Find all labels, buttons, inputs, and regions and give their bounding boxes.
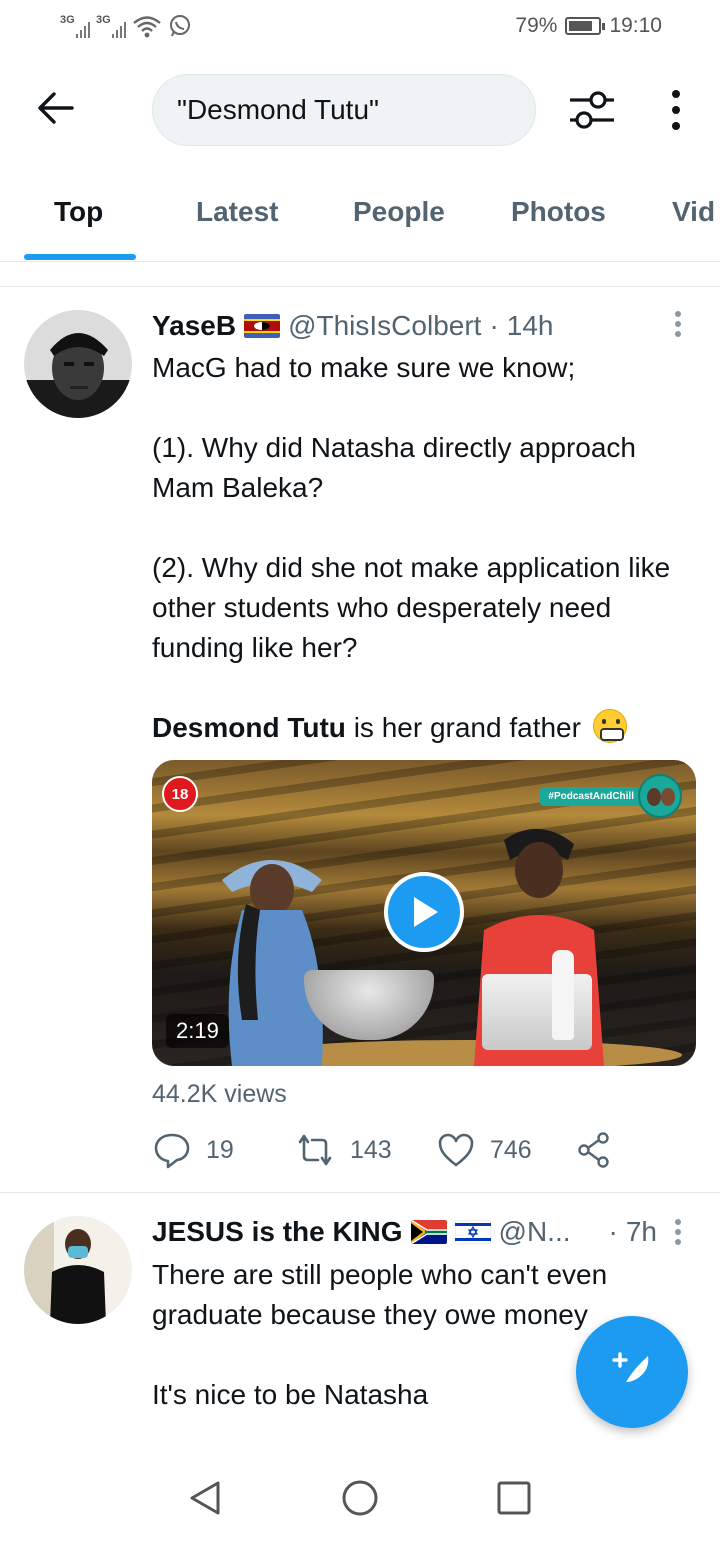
clock: 19:10 — [609, 14, 662, 37]
tweet-menu-button[interactable] — [666, 1216, 690, 1252]
tweet-paragraph: (1). Why did Natasha directly approach M… — [152, 432, 636, 503]
author-handle[interactable]: @ThisIsColbert — [288, 310, 481, 342]
search-query: "Desmond Tutu" — [177, 94, 379, 125]
share-icon — [578, 1132, 609, 1168]
battery-percent: 79% — [515, 14, 558, 37]
separator-dot: · — [608, 1216, 618, 1247]
circle-home-icon — [342, 1480, 378, 1516]
view-count: 44.2K views — [152, 1080, 287, 1108]
tweet-paragraph: Desmond Tutu is her grand father — [152, 708, 692, 748]
south-africa-flag-icon — [410, 1220, 447, 1244]
avatar[interactable] — [24, 1216, 132, 1324]
wifi-icon — [133, 16, 161, 38]
video-scene-bottle — [552, 950, 574, 1040]
whatsapp-icon — [170, 15, 190, 37]
network-type: 3G — [60, 14, 75, 26]
video-duration: 2:19 — [166, 1014, 229, 1048]
heart-icon — [438, 1133, 474, 1167]
eswatini-flag-icon — [244, 314, 281, 338]
tab-latest[interactable]: Latest — [196, 196, 278, 228]
divider — [0, 286, 720, 287]
divider — [0, 1192, 720, 1193]
play-icon — [414, 897, 438, 927]
nav-home-button[interactable] — [340, 1478, 380, 1518]
channel-watermark: #PodcastAndChill — [540, 774, 682, 818]
tweet-actions: 19 143 746 — [152, 1130, 632, 1174]
system-navigation-bar — [0, 1450, 720, 1541]
video-scene-laptop — [482, 974, 592, 1050]
tweet-time[interactable]: 14h — [507, 310, 554, 342]
tweet-paragraph: There are still people who can't even gr… — [152, 1259, 608, 1330]
active-tab-indicator — [24, 254, 136, 260]
compose-feather-icon — [612, 1352, 649, 1390]
retweet-count: 143 — [350, 1135, 392, 1164]
back-button[interactable] — [34, 86, 78, 130]
square-recents-icon — [497, 1481, 531, 1515]
back-arrow-icon — [38, 92, 74, 124]
avatar[interactable] — [24, 310, 132, 418]
tweet-time[interactable]: 7h — [626, 1216, 657, 1248]
vertical-dots-icon — [675, 1219, 681, 1245]
tweet-paragraph: (2). Why did she not make application li… — [152, 552, 671, 663]
author-handle[interactable]: @N... — [499, 1216, 571, 1248]
cell-signal-icon-2: 3G — [96, 12, 126, 40]
search-input[interactable]: "Desmond Tutu" — [152, 74, 536, 146]
grimacing-face-emoji-icon — [592, 709, 627, 743]
search-header: "Desmond Tutu" — [0, 72, 720, 148]
like-count: 746 — [490, 1135, 532, 1164]
reply-count: 19 — [206, 1135, 234, 1164]
tab-videos[interactable]: Vid — [672, 196, 715, 228]
more-options-button[interactable] — [660, 86, 692, 134]
tweet-text: MacG had to make sure we know; (1). Why … — [152, 348, 692, 748]
sliders-icon — [570, 91, 614, 129]
share-button[interactable] — [576, 1130, 612, 1170]
network-type-2: 3G — [96, 14, 111, 26]
tweet-header: YaseB @ThisIsColbert · 14h — [152, 310, 554, 342]
status-bar: 3G 3G 79% 19:10 — [0, 0, 720, 56]
vertical-dots-icon — [672, 90, 680, 130]
tweet-header: JESUS is the KING @N... · 7h — [152, 1216, 657, 1248]
tweet-line: MacG had to make sure we know; — [152, 352, 576, 383]
author-name[interactable]: YaseB — [152, 310, 236, 342]
retweet-icon — [298, 1134, 332, 1166]
tweet-paragraph-rest: is her grand father — [345, 712, 581, 743]
channel-tag: #PodcastAndChill — [540, 786, 642, 806]
vertical-dots-icon — [675, 311, 681, 337]
nav-recents-button[interactable] — [494, 1478, 534, 1518]
israel-flag-icon — [454, 1220, 491, 1244]
reply-button[interactable]: 19 — [152, 1130, 234, 1170]
tab-photos[interactable]: Photos — [511, 196, 606, 228]
reply-icon — [154, 1133, 190, 1169]
battery-icon — [565, 17, 606, 35]
cell-signal-icon: 3G — [60, 12, 90, 40]
compose-tweet-button[interactable] — [576, 1316, 688, 1428]
nav-back-button[interactable] — [186, 1478, 226, 1518]
channel-logo-icon — [638, 774, 682, 818]
search-highlight: Desmond Tutu — [152, 712, 346, 743]
triangle-back-icon — [190, 1481, 220, 1515]
search-tabs: Top Latest People Photos Vid — [0, 180, 720, 262]
retweet-button[interactable]: 143 — [294, 1130, 392, 1170]
like-button[interactable]: 746 — [436, 1130, 532, 1170]
tab-top[interactable]: Top — [54, 196, 103, 228]
separator-dot: · — [489, 310, 499, 341]
video-player[interactable]: 18 #PodcastAndChill 2:19 — [152, 760, 696, 1066]
tweet-menu-button[interactable] — [666, 308, 690, 344]
age-rating-badge: 18 — [162, 776, 198, 812]
play-button[interactable] — [384, 872, 464, 952]
author-name[interactable]: JESUS is the KING — [152, 1216, 403, 1248]
search-filter-button[interactable] — [566, 86, 618, 134]
tab-people[interactable]: People — [353, 196, 445, 228]
